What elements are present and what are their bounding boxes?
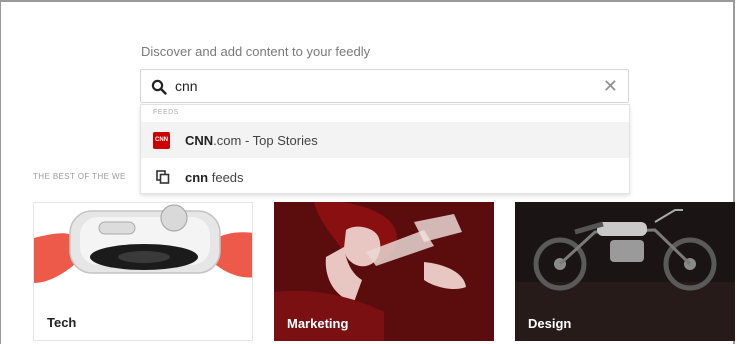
suggestion-rest: feeds	[208, 170, 244, 185]
section-label-feeds: FEEDS	[153, 109, 179, 116]
card-marketing[interactable]: Marketing	[274, 202, 494, 341]
discover-heading: Discover and add content to your feedly	[141, 44, 371, 59]
cnn-logo-icon: CNN	[153, 132, 170, 149]
card-title: Tech	[47, 315, 77, 330]
search-suggestions: FEEDS CNN CNN.com - Top Stories cnn feed…	[140, 104, 630, 194]
best-of-web-label: THE BEST OF THE WE	[33, 172, 126, 181]
feeds-copy-icon	[156, 170, 170, 184]
suggestion-bold: CNN	[185, 133, 214, 148]
card-title: Marketing	[287, 316, 349, 331]
suggestion-label: CNN.com - Top Stories	[185, 133, 318, 148]
search-icon	[151, 79, 167, 95]
card-tech[interactable]: Tech	[33, 202, 253, 341]
clear-icon[interactable]: ✕	[603, 77, 618, 95]
suggestion-rest: .com - Top Stories	[213, 133, 318, 148]
apple-watch-image	[34, 204, 252, 283]
suggestion-label: cnn feeds	[185, 170, 244, 185]
suggestion-bold: cnn	[185, 170, 209, 185]
card-title: Design	[528, 316, 572, 331]
suggestion-cnn-feeds[interactable]: cnn feeds	[141, 159, 629, 195]
suggestion-cnn-top-stories[interactable]: CNN CNN.com - Top Stories	[141, 122, 629, 158]
card-design[interactable]: Design	[515, 202, 735, 341]
search-box[interactable]: ✕	[140, 69, 629, 103]
search-input[interactable]	[175, 78, 595, 94]
